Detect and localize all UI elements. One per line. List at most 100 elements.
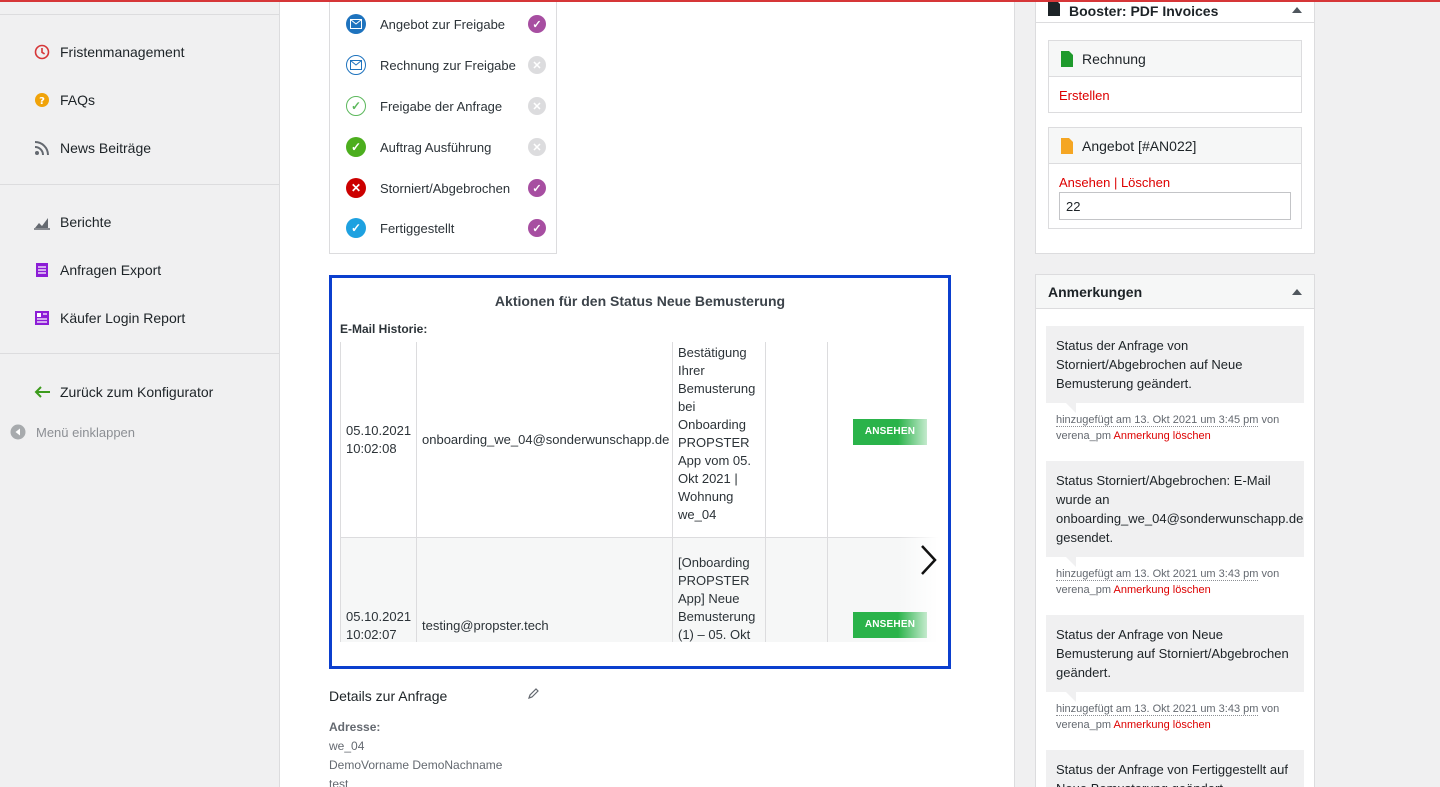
actions-title: Aktionen für den Status Neue Bemusterung	[494, 293, 786, 309]
address-line: DemoVorname DemoNachname	[329, 758, 503, 772]
status-item-auftrag-ausfuehrung[interactable]: ✓ Auftrag Ausführung ✕	[346, 135, 546, 159]
sidebar-item-label: Berichte	[60, 214, 112, 230]
sidebar-divider	[0, 184, 279, 185]
sidebar-item-faqs[interactable]: ? FAQs	[0, 86, 279, 114]
offer-number-input[interactable]: 22	[1059, 192, 1291, 220]
booster-header[interactable]: Booster: PDF Invoices	[1036, 0, 1314, 23]
sidebar-item-zurueck-konfigurator[interactable]: Zurück zum Konfigurator	[0, 378, 279, 406]
sidebar-item-fristenmanagement[interactable]: Fristenmanagement	[0, 38, 279, 66]
offer-box: Angebot [#AN022] Ansehen | Löschen 22	[1048, 127, 1302, 229]
note-item: Status Storniert/Abgebrochen: E-Mail wur…	[1046, 461, 1304, 567]
invoice-title: Rechnung	[1082, 50, 1146, 67]
status-label: Rechnung zur Freigabe	[380, 57, 516, 73]
email-cell: testing@propster.tech	[416, 538, 672, 642]
actions-panel: Aktionen für den Status Neue Bemusterung…	[329, 275, 951, 669]
scroll-fade	[898, 342, 938, 642]
check-green-icon: ✓	[346, 137, 366, 157]
status-label: Freigabe der Anfrage	[380, 98, 503, 114]
offer-header: Angebot [#AN022]	[1049, 128, 1301, 164]
invoice-box: Rechnung Erstellen	[1048, 40, 1302, 113]
status-label: Storniert/Abgebrochen	[380, 180, 511, 196]
collapse-arrow-icon	[9, 423, 27, 441]
svg-text:?: ?	[39, 96, 45, 107]
collapse-menu-label: Menü einklappen	[36, 424, 136, 440]
erstellen-link[interactable]: Erstellen	[1059, 88, 1110, 103]
check-active-icon[interactable]: ✓	[528, 15, 546, 33]
booster-pdf-box: Booster: PDF Invoices Rechnung Erstellen…	[1035, 0, 1315, 254]
arrow-left-icon	[33, 383, 51, 401]
note-meta: hinzugefügt am 13. Okt 2021 um 3:43 pm v…	[1056, 568, 1280, 596]
collapse-triangle-icon[interactable]	[1292, 289, 1302, 295]
check-inactive-icon[interactable]: ✕	[528, 97, 546, 115]
check-outline-icon: ✓	[346, 96, 366, 116]
status-item-storniert[interactable]: ✕ Storniert/Abgebrochen ✓	[346, 176, 546, 200]
check-active-icon[interactable]: ✓	[528, 179, 546, 197]
sidebar-item-kaeufer-login-report[interactable]: Käufer Login Report	[0, 304, 279, 332]
document-icon	[1048, 0, 1060, 16]
offer-title: Angebot [#AN022]	[1082, 137, 1197, 154]
email-history-table[interactable]: 05.10.2021 10:02:08 onboarding_we_04@sond…	[340, 342, 938, 642]
status-label: Angebot zur Freigabe	[380, 16, 506, 32]
invoice-document-icon	[1061, 50, 1073, 67]
email-cell: onboarding_we_04@sonderwunschapp.de	[416, 342, 672, 537]
table-row: 05.10.2021 10:02:08 onboarding_we_04@sond…	[340, 342, 938, 538]
offer-links: Ansehen | Löschen	[1059, 175, 1170, 190]
link-separator: |	[1110, 175, 1121, 190]
collapse-menu-button[interactable]: Menü einklappen	[0, 418, 279, 446]
sidebar-item-anfragen-export[interactable]: Anfragen Export	[0, 256, 279, 284]
sidebar-item-berichte[interactable]: Berichte	[0, 208, 279, 236]
check-inactive-icon[interactable]: ✕	[528, 56, 546, 74]
empty-cell	[765, 342, 827, 537]
sidebar-item-label: Käufer Login Report	[60, 310, 186, 326]
status-label: Fertiggestellt	[380, 220, 455, 236]
details-title: Details zur Anfrage	[329, 688, 448, 704]
export-icon	[33, 261, 51, 279]
status-item-rechnung-freigabe[interactable]: Rechnung zur Freigabe ✕	[346, 53, 546, 77]
date-cell: 05.10.2021 10:02:08	[340, 342, 416, 537]
sidebar-divider	[0, 14, 279, 15]
chart-icon	[33, 213, 51, 231]
status-label: Auftrag Ausführung	[380, 139, 492, 155]
chevron-right-icon[interactable]	[916, 542, 938, 578]
main-content: Angebot zur Freigabe ✓ Rechnung zur Frei…	[280, 0, 1015, 787]
top-accent-line	[0, 0, 1440, 2]
note-item: Status der Anfrage von Fertiggestellt au…	[1046, 750, 1304, 787]
status-item-fertiggestellt[interactable]: ✓ Fertiggestellt ✓	[346, 216, 546, 240]
rss-icon	[33, 139, 51, 157]
address-line: test	[329, 777, 349, 787]
note-item: Status der Anfrage von Neue Bemusterung …	[1046, 615, 1304, 702]
sidebar-item-news[interactable]: News Beiträge	[0, 134, 279, 162]
envelope-icon	[346, 14, 366, 34]
invoice-header: Rechnung	[1049, 41, 1301, 77]
sidebar-item-label: Zurück zum Konfigurator	[60, 384, 214, 400]
sidebar-item-label: Fristenmanagement	[60, 44, 185, 60]
delete-note-link[interactable]: Anmerkung löschen	[1114, 584, 1211, 596]
delete-note-link[interactable]: Anmerkung löschen	[1114, 719, 1211, 731]
note-item: Status der Anfrage von Storniert/Abgebro…	[1046, 326, 1304, 413]
sidebar-item-label: FAQs	[60, 92, 96, 108]
date-cell: 05.10.2021 10:02:07	[340, 538, 416, 642]
table-row: 05.10.2021 10:02:07 testing@propster.tech…	[340, 538, 938, 642]
subject-cell: [Onboarding PROPSTER App] Neue Bemusteru…	[672, 538, 765, 642]
check-inactive-icon[interactable]: ✕	[528, 138, 546, 156]
ansehen-link[interactable]: Ansehen	[1059, 175, 1110, 190]
notes-header[interactable]: Anmerkungen	[1036, 275, 1314, 309]
status-item-angebot-freigabe[interactable]: Angebot zur Freigabe ✓	[346, 12, 546, 36]
booster-title: Booster: PDF Invoices	[1069, 2, 1219, 19]
collapse-triangle-icon[interactable]	[1292, 7, 1302, 13]
address-label: Adresse:	[329, 720, 381, 734]
clock-icon	[33, 43, 51, 61]
delete-note-link[interactable]: Anmerkung löschen	[1114, 430, 1211, 442]
status-item-freigabe-anfrage[interactable]: ✓ Freigabe der Anfrage ✕	[346, 94, 546, 118]
pencil-icon[interactable]	[527, 686, 541, 700]
envelope-outline-icon	[346, 55, 366, 75]
notes-title: Anmerkungen	[1048, 283, 1143, 300]
check-blue-icon: ✓	[346, 218, 366, 238]
loeschen-link[interactable]: Löschen	[1121, 175, 1170, 190]
subject-cell: Bestätigung Ihrer Bemusterung bei Onboar…	[672, 342, 765, 537]
note-meta: hinzugefügt am 13. Okt 2021 um 3:43 pm v…	[1056, 703, 1280, 731]
sidebar-item-label: Anfragen Export	[60, 262, 162, 278]
note-meta: hinzugefügt am 13. Okt 2021 um 3:45 pm v…	[1056, 414, 1280, 442]
check-active-icon[interactable]: ✓	[528, 219, 546, 237]
status-list: Angebot zur Freigabe ✓ Rechnung zur Frei…	[329, 0, 557, 254]
